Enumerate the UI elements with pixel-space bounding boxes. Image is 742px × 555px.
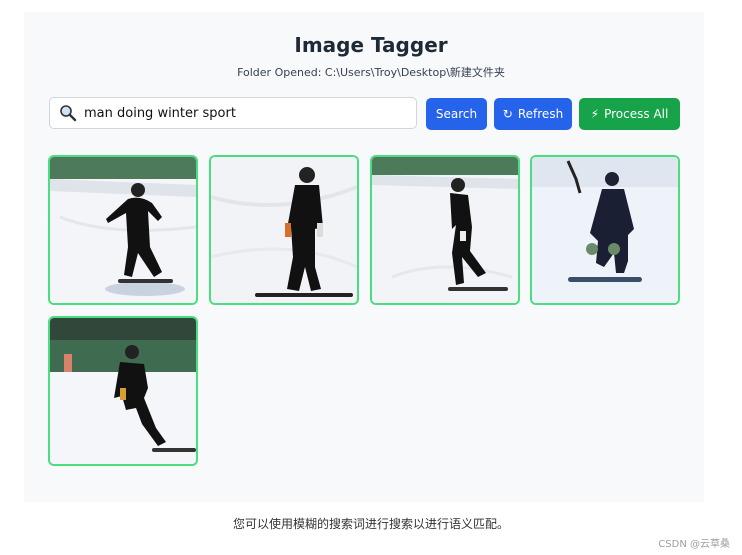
snowboarder-photo [211, 157, 357, 303]
result-thumbnail[interactable] [48, 155, 198, 305]
result-thumbnail[interactable] [48, 316, 198, 466]
refresh-button[interactable]: ↻ Refresh [494, 98, 572, 130]
search-field[interactable] [49, 97, 417, 129]
watermark: CSDN @云草桑 [658, 539, 730, 550]
process-all-button-label: Process All [604, 107, 669, 121]
process-all-button[interactable]: ⚡ Process All [579, 98, 680, 130]
lightning-icon: ⚡ [590, 107, 600, 121]
folder-status: Folder Opened: C:\Users\Troy\Desktop\新建文… [237, 66, 505, 79]
search-button-label: Search [435, 107, 478, 121]
refresh-icon: ↻ [502, 107, 513, 121]
snowboarder-photo [532, 157, 678, 303]
result-thumbnail[interactable] [530, 155, 680, 305]
page-title: Image Tagger [294, 33, 448, 57]
page-caption: 您可以使用模糊的搜索词进行搜索以进行语义匹配。 [232, 517, 509, 531]
refresh-button-label: Refresh [517, 107, 564, 121]
magnifier-icon [59, 104, 79, 122]
result-thumbnail[interactable] [209, 155, 359, 305]
search-button[interactable]: Search [426, 98, 487, 130]
snowboarder-photo [50, 318, 196, 464]
snowboarder-photo [372, 157, 518, 303]
snowboarder-photo [50, 157, 196, 303]
search-input[interactable] [84, 105, 404, 121]
result-thumbnail[interactable] [370, 155, 520, 305]
